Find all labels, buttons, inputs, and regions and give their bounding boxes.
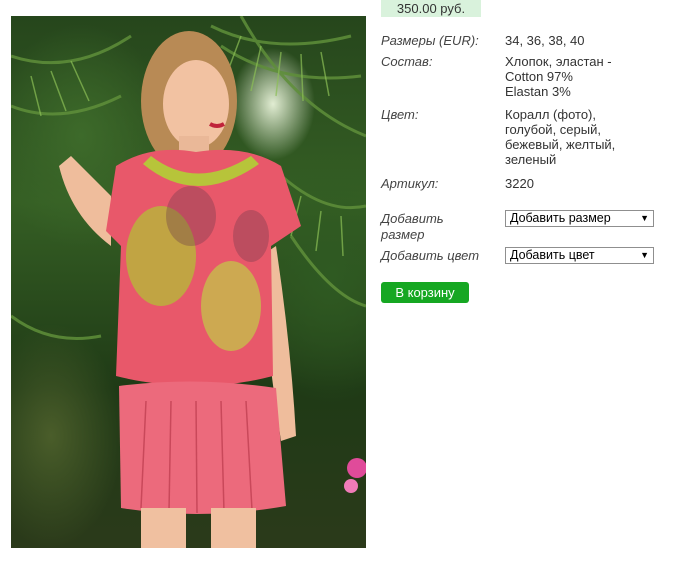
attr-composition-label: Состав: [381, 54, 433, 69]
color-select-value: Добавить цвет [510, 248, 595, 262]
add-size-label-line-1: Добавить [381, 211, 444, 226]
attr-color-value-line-2: голубой, серый, [505, 122, 601, 137]
color-select[interactable]: Добавить цвет ▼ [505, 247, 654, 264]
attr-color-label: Цвет: [381, 107, 419, 122]
attr-color-value-line-3: бежевый, желтый, [505, 137, 616, 152]
chevron-down-icon: ▼ [640, 213, 649, 223]
attr-sku-value: 3220 [505, 176, 534, 191]
product-photo-illustration [11, 16, 366, 548]
add-to-cart-button[interactable]: В корзину [381, 282, 469, 303]
size-select-value: Добавить размер [510, 211, 611, 225]
attr-composition-value-line-2: Cotton 97% [505, 69, 573, 84]
product-image [11, 16, 366, 548]
attr-sizes-label: Размеры (EUR): [381, 33, 479, 48]
chevron-down-icon: ▼ [640, 250, 649, 260]
attr-color-value-line-1: Коралл (фото), [505, 107, 596, 122]
attr-color-value-line-4: зеленый [505, 152, 557, 167]
attr-sizes-value: 34, 36, 38, 40 [505, 33, 585, 48]
add-color-label: Добавить цвет [381, 248, 480, 263]
attr-composition-value-line-1: Хлопок, эластан - [505, 54, 612, 69]
price-badge: 350.00 руб. [381, 0, 481, 17]
attr-composition-value-line-3: Elastan 3% [505, 84, 571, 99]
add-size-label-line-2: размер [381, 227, 425, 242]
attr-sku-label: Артикул: [381, 176, 439, 191]
size-select[interactable]: Добавить размер ▼ [505, 210, 654, 227]
